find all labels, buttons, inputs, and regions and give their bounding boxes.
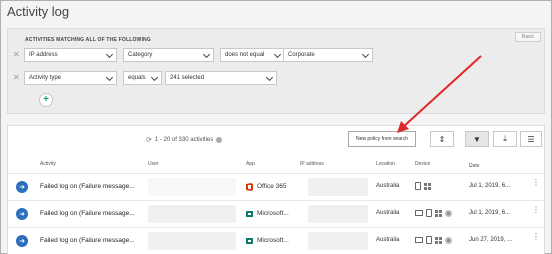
chevron-down-icon — [150, 73, 159, 82]
results-count-label: 1 - 20 of 330 activities — [154, 137, 214, 143]
ip-redacted — [308, 232, 368, 250]
export-button[interactable]: ⤓ — [493, 131, 517, 147]
table-row[interactable]: ➜ Failed log on (Failure message... Micr… — [8, 200, 544, 226]
basic-toggle-button[interactable]: Basic — [515, 32, 541, 42]
table-row[interactable]: ➜ Failed log on (Failure message... Micr… — [8, 227, 544, 253]
filter-1-operator-select[interactable]: does not equal — [220, 48, 285, 62]
chrome-icon — [445, 236, 452, 244]
row-menu-icon[interactable]: ⋮ — [532, 233, 540, 241]
filter-panel: ACTIVITIES MATCHING ALL OF THE FOLLOWING… — [7, 28, 545, 114]
device-icons — [415, 209, 452, 217]
filter-1-param-value: Category — [128, 52, 153, 58]
windows-icon — [435, 236, 442, 244]
ip-redacted — [308, 178, 368, 196]
filter-heading: ACTIVITIES MATCHING ALL OF THE FOLLOWING — [25, 37, 151, 43]
results-panel: ⟳ 1 - 20 of 330 activities New policy fr… — [7, 125, 545, 254]
compress-icon: ⇕ — [438, 134, 446, 144]
table-row[interactable]: ➜ Failed log on (Failure message... Offi… — [8, 173, 544, 199]
monitor-icon — [415, 210, 423, 216]
remove-filter-1-icon[interactable]: ✕ — [13, 51, 20, 59]
filter-1-value: Corporate — [288, 52, 315, 58]
col-ip[interactable]: IP address — [300, 161, 324, 167]
device-icons — [415, 182, 431, 190]
sort-desc-icon: ⌄ — [469, 163, 474, 169]
filter-button[interactable]: ▼ — [465, 131, 489, 147]
activity-text: Failed log on (Failure message... — [40, 183, 135, 190]
app-name: Office 365 — [257, 183, 287, 190]
user-redacted — [148, 232, 236, 250]
exchange-icon — [246, 238, 253, 244]
compress-rows-button[interactable]: ⇕ — [430, 131, 454, 147]
row-menu-icon[interactable]: ⋮ — [532, 206, 540, 214]
windows-icon — [424, 182, 431, 190]
filter-2-value-select[interactable]: 241 selected — [165, 71, 277, 85]
col-app[interactable]: App — [246, 161, 255, 167]
chrome-icon — [445, 209, 452, 217]
filter-1-param-select[interactable]: Category — [123, 48, 214, 62]
tablet-icon — [415, 182, 421, 190]
chevron-down-icon — [202, 50, 211, 59]
filter-2-field-value: Activity type — [29, 75, 62, 81]
app-name: Microsoft... — [257, 237, 289, 244]
filter-2-operator-value: equals — [128, 75, 146, 81]
monitor-icon — [415, 237, 423, 243]
col-location[interactable]: Location — [376, 161, 395, 167]
activity-arrow-icon: ➜ — [16, 208, 28, 220]
user-redacted — [148, 178, 236, 196]
location-text: Australia — [376, 183, 400, 189]
activity-text: Failed log on (Failure message... — [40, 210, 135, 217]
activity-arrow-icon: ➜ — [16, 235, 28, 247]
filter-1-field-select[interactable]: IP address — [24, 48, 117, 62]
table-header: Activity User App IP address Location De… — [8, 159, 544, 171]
info-icon[interactable] — [216, 137, 223, 143]
funnel-icon: ▼ — [473, 134, 481, 144]
filter-2-field-select[interactable]: Activity type — [24, 71, 117, 85]
date-text: Jul 1, 2019, 6... — [469, 210, 511, 216]
tablet-icon — [426, 236, 432, 244]
chevron-down-icon — [105, 73, 114, 82]
download-icon: ⤓ — [503, 134, 507, 143]
activity-text: Failed log on (Failure message... — [40, 237, 135, 244]
row-menu-icon[interactable]: ⋮ — [532, 179, 540, 187]
columns-menu-button[interactable]: ☰ — [520, 131, 542, 147]
refresh-icon[interactable]: ⟳ — [146, 136, 152, 144]
chevron-down-icon — [105, 50, 114, 59]
chevron-down-icon — [265, 73, 274, 82]
date-text: Jul 1, 2019, 6... — [469, 183, 511, 189]
col-device[interactable]: Device — [415, 161, 430, 167]
filter-1-value-select[interactable]: Corporate — [283, 48, 373, 62]
filter-2-operator-select[interactable]: equals — [123, 71, 162, 85]
new-policy-from-search-button[interactable]: New policy from search — [348, 131, 416, 147]
app-name: Microsoft... — [257, 210, 289, 217]
remove-filter-2-icon[interactable]: ✕ — [13, 74, 20, 82]
exchange-icon — [246, 211, 253, 217]
user-redacted — [148, 205, 236, 223]
col-activity[interactable]: Activity — [40, 161, 56, 167]
chevron-down-icon — [361, 50, 370, 59]
location-text: Australia — [376, 210, 400, 216]
filter-1-field-value: IP address — [29, 52, 58, 58]
filter-1-operator-value: does not equal — [225, 52, 265, 58]
activity-arrow-icon: ➜ — [16, 181, 28, 193]
date-text: Jun 27, 2019, ... — [469, 237, 513, 243]
results-count: ⟳ 1 - 20 of 330 activities — [146, 136, 223, 144]
col-user[interactable]: User — [148, 161, 159, 167]
location-text: Australia — [376, 237, 400, 243]
add-filter-button[interactable]: + — [39, 93, 53, 107]
chevron-down-icon — [273, 50, 282, 59]
filter-2-value: 241 selected — [170, 75, 205, 81]
device-icons — [415, 236, 452, 244]
plus-icon: + — [43, 94, 49, 105]
tablet-icon — [426, 209, 432, 217]
office365-icon — [246, 183, 253, 191]
ip-redacted — [308, 205, 368, 223]
list-icon: ☰ — [527, 134, 535, 144]
windows-icon — [435, 209, 442, 217]
page-title: Activity log — [7, 4, 70, 19]
